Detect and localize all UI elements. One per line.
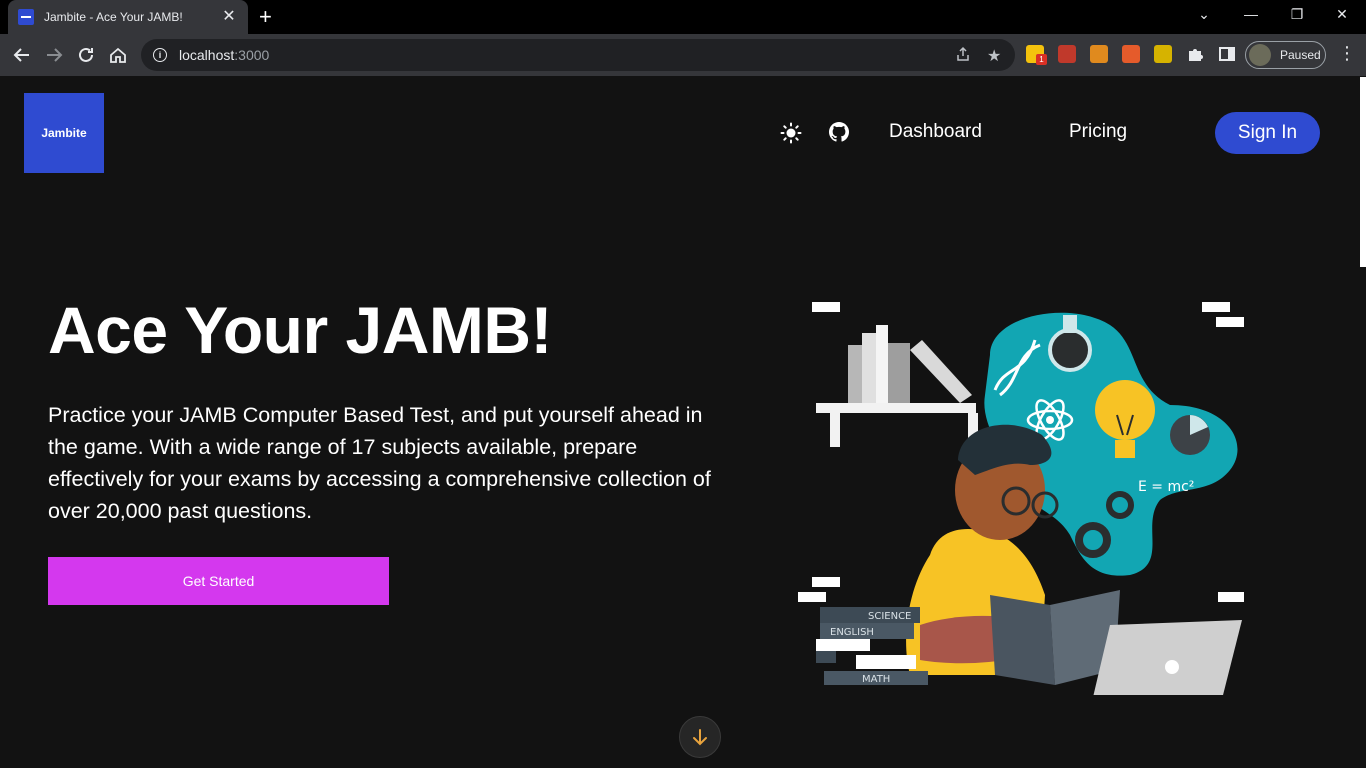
- formula-text: E = mc²: [1138, 479, 1194, 495]
- site-info-icon[interactable]: i: [153, 48, 167, 62]
- extension-t-icon[interactable]: 1: [1026, 45, 1047, 65]
- extensions-puzzle-icon[interactable]: [1186, 45, 1204, 63]
- home-icon[interactable]: [107, 44, 129, 66]
- profile-button[interactable]: Paused: [1245, 41, 1326, 69]
- sign-in-button[interactable]: Sign In: [1215, 112, 1320, 154]
- extension-red-icon[interactable]: [1122, 45, 1140, 63]
- book-label-science: SCIENCE: [868, 611, 911, 622]
- extension-bug-icon[interactable]: [1058, 45, 1076, 63]
- close-window-icon[interactable]: ✕: [1328, 6, 1356, 23]
- avatar: [1249, 44, 1271, 66]
- minimize-icon[interactable]: —: [1237, 6, 1265, 22]
- tab-title: Jambite - Ace Your JAMB!: [44, 10, 183, 24]
- extension-sq-icon[interactable]: [1090, 45, 1108, 63]
- nav-pricing-link[interactable]: Pricing: [1069, 121, 1127, 143]
- book-label-english: ENGLISH: [830, 627, 874, 638]
- extension-badge: 1: [1036, 54, 1047, 65]
- address-bar[interactable]: i localhost:3000 ★: [141, 39, 1015, 71]
- bookmark-star-icon[interactable]: ★: [987, 46, 1001, 66]
- url-text: localhost:3000: [179, 47, 270, 63]
- github-icon[interactable]: [829, 122, 849, 142]
- profile-status: Paused: [1280, 48, 1321, 62]
- hero-description: Practice your JAMB Computer Based Test, …: [48, 403, 711, 523]
- back-icon[interactable]: [11, 44, 33, 66]
- get-started-button[interactable]: Get Started: [48, 557, 389, 605]
- tab-search-icon[interactable]: ⌄: [1190, 6, 1218, 23]
- scroll-down-button[interactable]: [679, 716, 721, 758]
- arrow-down-icon: [693, 729, 707, 746]
- extension-yellow-icon[interactable]: [1154, 45, 1172, 63]
- nav-dashboard-link[interactable]: Dashboard: [889, 121, 982, 143]
- browser-toolbar: i localhost:3000 ★ 1 Paused ⋮: [0, 34, 1366, 76]
- page-scrollbar[interactable]: [1360, 77, 1366, 267]
- share-icon[interactable]: [955, 46, 971, 67]
- hero-title: Ace Your JAMB!: [48, 293, 552, 367]
- browser-menu-icon[interactable]: ⋮: [1338, 44, 1356, 62]
- page-content: Jambite Dashboard Pricing Sign In Ace Yo…: [0, 77, 1366, 768]
- side-panel-icon[interactable]: [1218, 45, 1236, 63]
- new-tab-button[interactable]: +: [259, 6, 272, 28]
- restore-icon[interactable]: ❐: [1283, 6, 1311, 23]
- browser-tab[interactable]: Jambite - Ace Your JAMB! ✕: [8, 0, 248, 34]
- reload-icon[interactable]: [75, 44, 97, 66]
- browser-tabstrip: Jambite - Ace Your JAMB! ✕ + ⌄ — ❐ ✕: [0, 0, 1366, 34]
- forward-icon[interactable]: [43, 44, 65, 66]
- tab-close-icon[interactable]: ✕: [220, 9, 238, 25]
- theme-toggle-sun-icon[interactable]: [780, 122, 802, 144]
- site-favicon-icon: [18, 9, 34, 25]
- student-studying-illustration: E = mc² SCIENCE ENGLISH MATH: [798, 302, 1244, 695]
- book-label-math: MATH: [862, 674, 890, 685]
- site-logo[interactable]: Jambite: [24, 93, 104, 173]
